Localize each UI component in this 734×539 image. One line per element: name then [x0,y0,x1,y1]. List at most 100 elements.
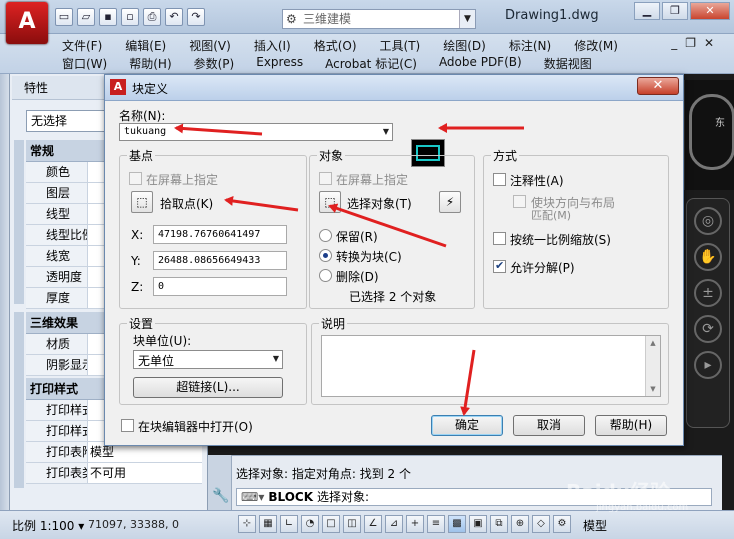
menu-edit[interactable]: 编辑(E) [125,37,166,54]
annotative-checkbox[interactable] [493,173,506,186]
new-file-icon[interactable]: ▭ [55,8,73,26]
pick-point-icon: ⬚ [136,195,148,209]
base-on-screen-checkbox[interactable] [129,172,142,185]
dialog-body: 名称(N): tukuang ▼ 基点 在屏幕上指定 ⬚ 拾取点(K) X: 4… [113,101,677,441]
base-z-field[interactable]: 0 [153,277,287,296]
annotative-label: 注释性(A) [510,174,564,188]
steering-wheel-icon[interactable]: ◎ [694,207,722,235]
menu-dimension[interactable]: 标注(N) [509,37,551,54]
wrench-icon[interactable]: 🔧 [212,488,229,504]
base-x-field[interactable]: 47198.76760641497 [153,225,287,244]
showmotion-icon[interactable]: ▸ [694,351,722,379]
delete-radio[interactable] [319,269,332,282]
pick-point-label: 拾取点(K) [160,197,214,211]
osnap-icon[interactable]: □ [322,515,340,533]
open-file-icon[interactable]: ▱ [77,8,95,26]
grid-icon[interactable]: ▦ [259,515,277,533]
property-row[interactable]: 打印表类型不可用 [26,463,202,484]
annotation-scale[interactable]: 比例 1:100 ▾ [12,517,84,534]
dyn-icon[interactable]: + [406,515,424,533]
menu-draw[interactable]: 绘图(D) [443,37,486,54]
menu-acrobat[interactable]: Acrobat 标记(C) [325,55,417,72]
model-space-toggle[interactable]: 模型 [583,517,607,534]
pick-point-button[interactable]: ⬚ [131,191,153,213]
otrack-icon[interactable]: ∠ [364,515,382,533]
orbit-icon[interactable]: ⟳ [694,315,722,343]
restore-button[interactable]: ❐ [662,2,688,20]
annotative-icon[interactable]: ◇ [532,515,550,533]
workspace-dropdown[interactable]: ⚙ 三维建模 ▼ [282,9,476,29]
menu-view[interactable]: 视图(V) [189,37,231,54]
quick-select-button[interactable]: ⚡ [439,191,461,213]
block-definition-dialog: A 块定义 ✕ 名称(N): tukuang ▼ 基点 在屏幕上指定 ⬚ 拾取点… [104,74,684,446]
select-objects-icon: ⬚ [324,195,336,209]
selected-count: 已选择 2 个对象 [349,290,437,304]
objects-on-screen-checkbox[interactable] [319,172,332,185]
ortho-icon[interactable]: ∟ [280,515,298,533]
coordinates-readout[interactable]: 71097, 33388, 0 [88,518,179,531]
lineweight-icon[interactable]: ≡ [427,515,445,533]
redo-icon[interactable]: ↷ [187,8,205,26]
3d-osnap-icon[interactable]: ◫ [343,515,361,533]
snap-icon[interactable]: ⊹ [238,515,256,533]
dialog-title: 块定义 [132,82,169,96]
name-label: 名称(N): [119,109,166,123]
base-y-field[interactable]: 26488.08656649433 [153,251,287,270]
quick-properties-icon[interactable]: ▣ [469,515,487,533]
save-as-icon[interactable]: ▫ [121,8,139,26]
undo-icon[interactable]: ↶ [165,8,183,26]
cancel-button[interactable]: 取消 [513,415,585,436]
convert-to-block-radio[interactable] [319,249,332,262]
mdi-window-controls[interactable]: _❐✕ [671,36,722,50]
menu-modify[interactable]: 修改(M) [574,37,618,54]
dialog-close-button[interactable]: ✕ [637,77,679,95]
block-unit-value: 无单位 [138,354,175,368]
minimize-button[interactable]: ▁ [634,2,660,20]
help-button[interactable]: 帮助(H) [595,415,667,436]
workspace-switch-icon[interactable]: ⚙ [553,515,571,533]
description-textarea[interactable]: ▲ ▼ [321,335,661,397]
menu-adobe-pdf[interactable]: Adobe PDF(B) [439,55,522,72]
app-logo[interactable]: A [6,2,48,44]
block-unit-select[interactable]: 无单位 ▼ [133,350,283,369]
open-in-block-editor-checkbox[interactable] [121,419,134,432]
ok-button[interactable]: 确定 [431,415,503,436]
pan-icon[interactable]: ✋ [694,243,722,271]
polar-icon[interactable]: ◔ [301,515,319,533]
match-orientation-checkbox[interactable] [513,195,526,208]
chevron-down-icon: ▼ [459,10,475,28]
group-gutter [14,312,24,378]
drafting-toggles: ⊹ ▦ ∟ ◔ □ ◫ ∠ ⊿ + ≡ ▩ ▣ ⧉ ⊕ ◇ ⚙ [238,515,571,533]
menu-window[interactable]: 窗口(W) [62,55,107,72]
block-name-combobox[interactable]: tukuang ▼ [119,123,393,141]
viewcube[interactable]: 东 [684,80,734,190]
retain-radio[interactable] [319,229,332,242]
description-title: 说明 [319,315,348,332]
scrollbar[interactable]: ▲ ▼ [645,336,660,396]
close-window-button[interactable]: ✕ [690,2,730,20]
chevron-down-icon: ▼ [272,354,279,363]
menu-format[interactable]: 格式(O) [314,37,357,54]
dialog-title-bar[interactable]: A 块定义 ✕ [105,75,683,101]
allow-exploding-checkbox[interactable] [493,259,506,273]
menu-help[interactable]: 帮助(H) [129,55,171,72]
plot-icon[interactable]: ⎙ [143,8,161,26]
zoom-icon[interactable]: ± [694,279,722,307]
menu-tools[interactable]: 工具(T) [380,37,421,54]
palette-title-strip[interactable] [0,74,10,510]
select-objects-button[interactable]: ⬚ [319,191,341,213]
menu-data-view[interactable]: 数据视图 [544,55,592,72]
menu-express[interactable]: Express [256,55,303,72]
menu-file[interactable]: 文件(F) [62,37,102,54]
selection-cycling-icon[interactable]: ⧉ [490,515,508,533]
annotation-monitor-icon[interactable]: ⊕ [511,515,529,533]
compass-ring[interactable] [689,94,734,170]
scale-uniformly-checkbox[interactable] [493,232,506,245]
hyperlink-button[interactable]: 超链接(L)... [133,377,283,398]
ducs-icon[interactable]: ⊿ [385,515,403,533]
menu-insert[interactable]: 插入(I) [254,37,291,54]
objects-title: 对象 [317,147,346,164]
menu-parametric[interactable]: 参数(P) [194,55,235,72]
transparency-icon[interactable]: ▩ [448,515,466,533]
save-icon[interactable]: ▪ [99,8,117,26]
